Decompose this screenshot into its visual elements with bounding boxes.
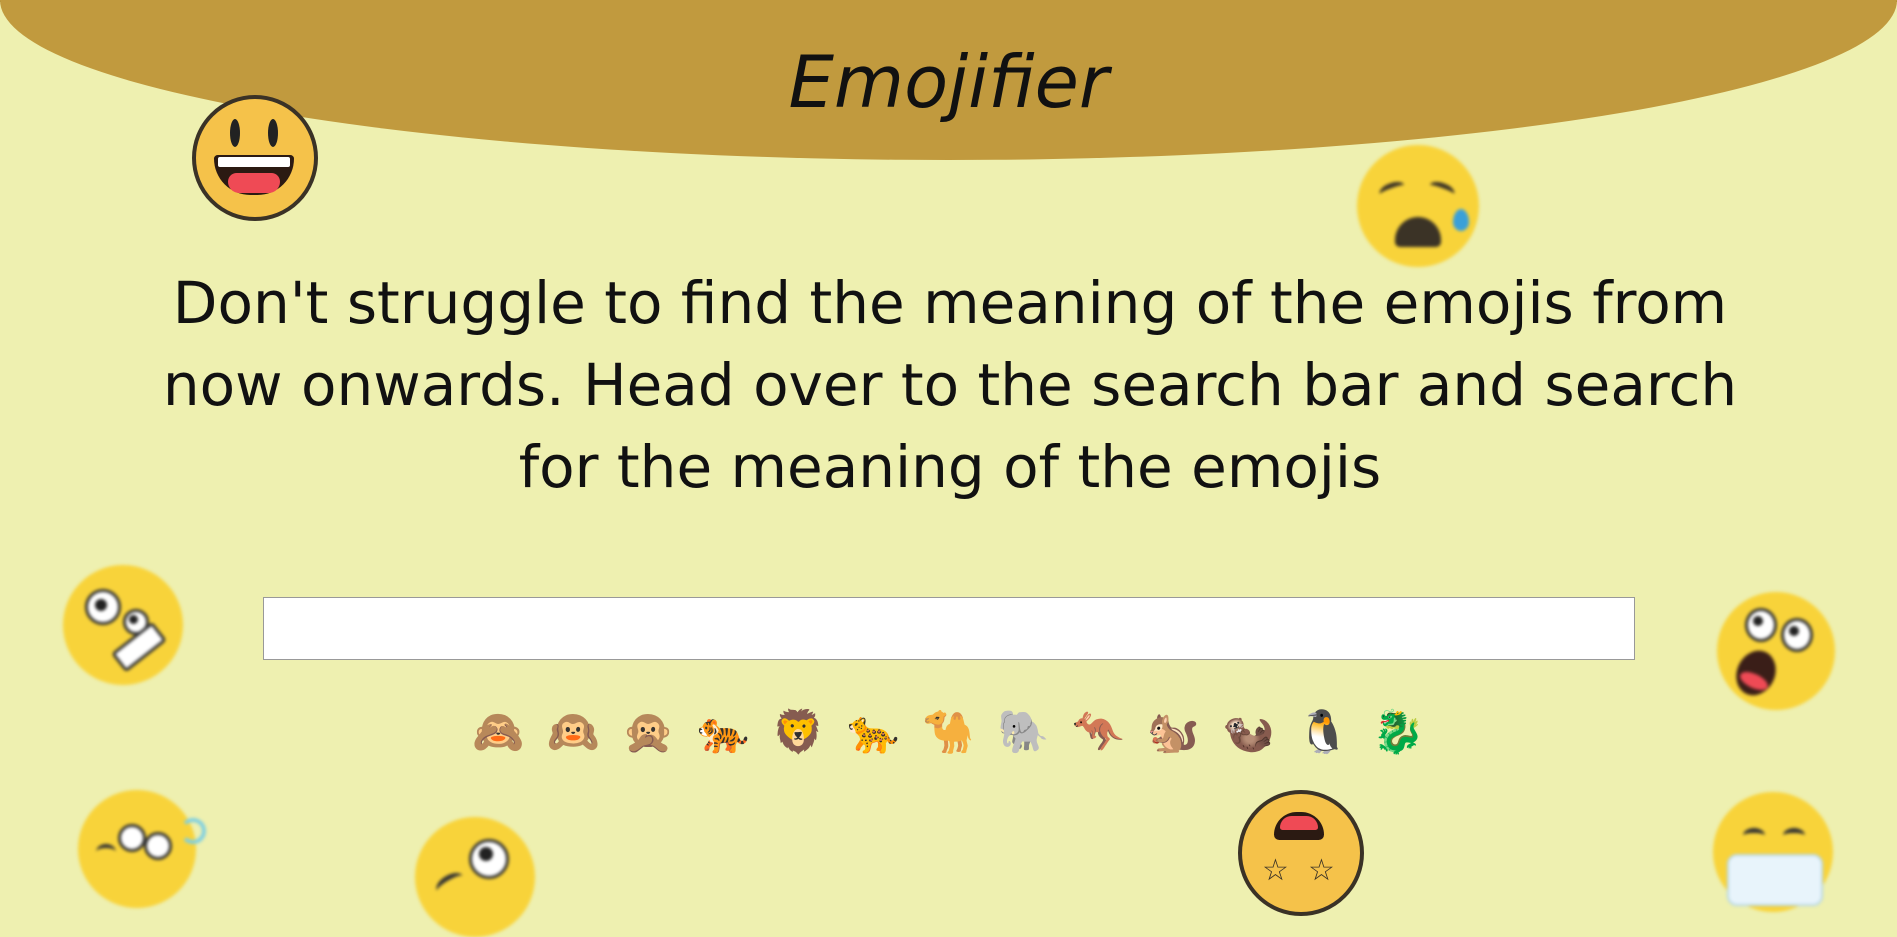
winking-tongue-face-icon	[415, 817, 535, 937]
emoji-leopard[interactable]: 🐆	[836, 702, 911, 762]
emoji-list: 🙈 🙉 🙊 🐅 🦁 🐆 🐪 🐘 🦘 🐿️ 🦦 🐧 🐉	[0, 702, 1897, 762]
emoji-camel[interactable]: 🐪	[911, 702, 986, 762]
emoji-lion[interactable]: 🦁	[761, 702, 836, 762]
star-struck-face-icon: ☆ ☆	[1238, 790, 1364, 916]
mask-face-icon	[1713, 792, 1833, 912]
emoji-kangaroo[interactable]: 🦘	[1061, 702, 1136, 762]
emoji-hear-no-evil-monkey[interactable]: 🙉	[536, 702, 611, 762]
screaming-face-icon	[1717, 592, 1835, 710]
grinning-face-icon	[192, 95, 318, 221]
emoji-chipmunk[interactable]: 🐿️	[1136, 702, 1211, 762]
emoji-dragon[interactable]: 🐉	[1361, 702, 1436, 762]
emoji-speak-no-evil-monkey[interactable]: 🙊	[611, 702, 686, 762]
zany-face-icon	[63, 565, 183, 685]
emoji-tiger[interactable]: 🐅	[686, 702, 761, 762]
emoji-penguin[interactable]: 🐧	[1286, 702, 1361, 762]
tagline-text: Don't struggle to find the meaning of th…	[162, 269, 1738, 501]
dizzy-face-icon	[78, 790, 206, 908]
emoji-elephant[interactable]: 🐘	[986, 702, 1061, 762]
sad-relieved-face-icon	[1357, 145, 1479, 267]
emoji-otter[interactable]: 🦦	[1211, 702, 1286, 762]
emoji-search-input[interactable]	[263, 597, 1635, 660]
emoji-see-no-evil-monkey[interactable]: 🙈	[461, 702, 536, 762]
